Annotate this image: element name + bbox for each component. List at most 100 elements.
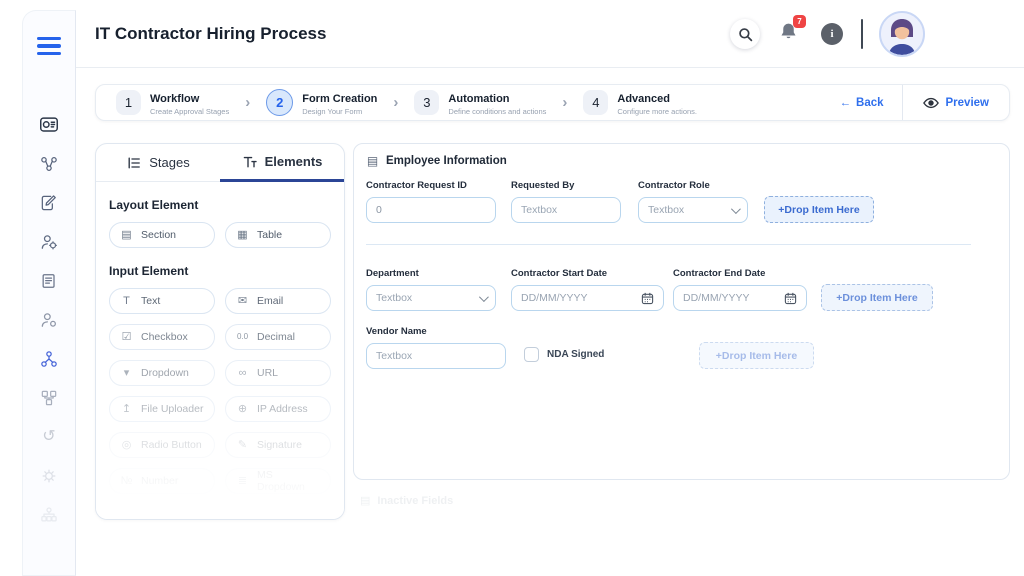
form-edit-icon[interactable] (37, 191, 61, 215)
tab-stages[interactable]: Stages (96, 144, 220, 181)
checkbox-list-icon: ☑ (121, 510, 132, 520)
section-header: ▤ Employee Information (354, 144, 1009, 178)
org-chart-icon[interactable] (37, 386, 61, 410)
search-button[interactable] (730, 19, 760, 49)
history-icon[interactable]: ↺ (37, 425, 61, 449)
tab-elements[interactable]: Elements (220, 144, 344, 182)
hamburger-menu-icon[interactable] (37, 37, 61, 56)
user-avatar[interactable] (879, 11, 925, 57)
chip-label: Signature (257, 439, 302, 451)
chip-label: Checkbox List (141, 505, 188, 519)
step-number: 3 (414, 90, 440, 115)
chip-label: File Uploader (141, 403, 204, 415)
ip-address-icon: ⊕ (237, 402, 248, 415)
field-label: Contractor Role (638, 180, 710, 191)
row-divider (366, 244, 971, 245)
palette-item-url[interactable]: ∞ URL (225, 360, 331, 386)
wizard-stepper: 1 Workflow Create Approval Stages › 2 Fo… (95, 84, 1010, 121)
step-automation[interactable]: 3 Automation Define conditions and actio… (414, 89, 546, 116)
vendor-name-input[interactable] (376, 350, 496, 362)
requested-by-input[interactable] (521, 204, 611, 216)
notification-badge: 7 (793, 15, 806, 28)
process-flow-icon[interactable] (37, 152, 61, 176)
department-select[interactable]: Textbox (366, 285, 496, 311)
step-workflow[interactable]: 1 Workflow Create Approval Stages (116, 89, 229, 116)
step-title: Automation (448, 93, 510, 105)
field-contractor-request-id: Contractor Request ID (366, 180, 496, 223)
hierarchy-share-icon[interactable] (37, 347, 61, 371)
number-icon: № (120, 474, 133, 487)
calendar-icon (641, 292, 654, 304)
palette-item-text[interactable]: T Text (109, 288, 215, 314)
chevron-right-icon: › (562, 94, 568, 111)
radio-icon: ◎ (121, 438, 132, 451)
stages-list-icon (128, 157, 141, 168)
user-settings-icon[interactable] (37, 230, 61, 254)
select-placeholder: Textbox (648, 204, 685, 216)
chip-label: IP Address (257, 403, 308, 415)
decimal-icon: 0.0 (236, 332, 249, 341)
upload-icon: ↥ (121, 402, 132, 415)
field-nda-signed: NDA Signed (524, 347, 604, 362)
date-placeholder: DD/MM/YYYY (683, 292, 750, 304)
text-elements-icon (243, 156, 257, 167)
checkbox-icon: ☑ (121, 330, 132, 343)
nda-signed-checkbox[interactable] (524, 347, 539, 362)
header-divider (861, 19, 863, 49)
workflow-monitor-icon[interactable] (37, 113, 61, 137)
step-subtitle: Configure more actions. (617, 107, 698, 116)
start-date-input[interactable]: DD/MM/YYYY (511, 285, 664, 311)
dropdown-icon: ▾ (123, 366, 130, 379)
drop-zone-3[interactable]: +Drop Item Here (699, 342, 814, 369)
step-advanced[interactable]: 4 Advanced Configure more actions. (583, 89, 697, 116)
input-element-heading: Input Element (109, 264, 189, 278)
end-date-input[interactable]: DD/MM/YYYY (673, 285, 807, 311)
palette-item-ms-dropdown[interactable]: ≣ MS Dropdown (225, 468, 331, 494)
chevron-right-icon: › (393, 94, 399, 111)
field-label: Requested By (511, 180, 575, 191)
info-icon: i (830, 28, 834, 40)
user-gear-icon[interactable] (37, 308, 61, 332)
step-number: 1 (116, 90, 141, 115)
top-header: IT Contractor Hiring Process 7 i (76, 0, 1024, 68)
calendar-icon (784, 292, 797, 304)
palette-item-signature[interactable]: ✎ Signature (225, 432, 331, 458)
chip-label: Radio Button (141, 439, 202, 451)
palette-item-email[interactable]: ✉ Email (225, 288, 331, 314)
link-icon: ∞ (238, 366, 247, 379)
preview-button[interactable]: Preview (903, 97, 1009, 109)
org-tree-faded-icon[interactable] (37, 503, 61, 527)
palette-item-file-uploader[interactable]: ↥ File Uploader (109, 396, 215, 422)
step-form-creation[interactable]: 2 Form Creation Design Your Form (266, 89, 377, 116)
drop-zone-2[interactable]: +Drop Item Here (821, 284, 933, 311)
select-placeholder: Textbox (376, 292, 413, 304)
palette-item-table[interactable]: ▦ Table (225, 222, 331, 248)
palette-item-checkbox[interactable]: ☑ Checkbox (109, 324, 215, 350)
back-button[interactable]: ← Back (822, 97, 902, 109)
settings-faded-icon[interactable] (37, 464, 61, 488)
text-icon: T (123, 294, 130, 307)
documents-icon[interactable] (37, 269, 61, 293)
palette-item-ip-address[interactable]: ⊕ IP Address (225, 396, 331, 422)
contractor-request-id-input[interactable] (376, 204, 486, 216)
notifications-button[interactable]: 7 (778, 15, 806, 47)
step-number: 4 (583, 90, 609, 115)
palette-item-number[interactable]: № Number (109, 468, 215, 494)
info-button[interactable]: i (821, 23, 843, 45)
chip-label: Dropdown (141, 367, 189, 379)
contractor-role-select[interactable]: Textbox (638, 197, 748, 223)
palette-item-checkbox-list[interactable]: ☑ Checkbox List (109, 504, 215, 520)
palette-item-dropdown[interactable]: ▾ Dropdown (109, 360, 215, 386)
step-subtitle: Define conditions and actions (448, 107, 547, 116)
checkbox-label: NDA Signed (547, 349, 605, 360)
palette-item-section[interactable]: ▤ Section (109, 222, 215, 248)
palette-item-radio-button[interactable]: ◎ Radio Button (109, 432, 215, 458)
palette-item-text-area[interactable]: ¶ Text Area (225, 504, 331, 519)
step-title: Form Creation (302, 93, 378, 105)
palette-item-decimal[interactable]: 0.0 Decimal (225, 324, 331, 350)
field-contractor-end-date: Contractor End Date DD/MM/YYYY (673, 268, 807, 311)
drop-zone-label: +Drop Item Here (778, 203, 860, 216)
field-department: Department Textbox (366, 268, 496, 311)
field-label: Contractor Request ID (366, 180, 467, 191)
drop-zone-1[interactable]: +Drop Item Here (764, 196, 874, 223)
